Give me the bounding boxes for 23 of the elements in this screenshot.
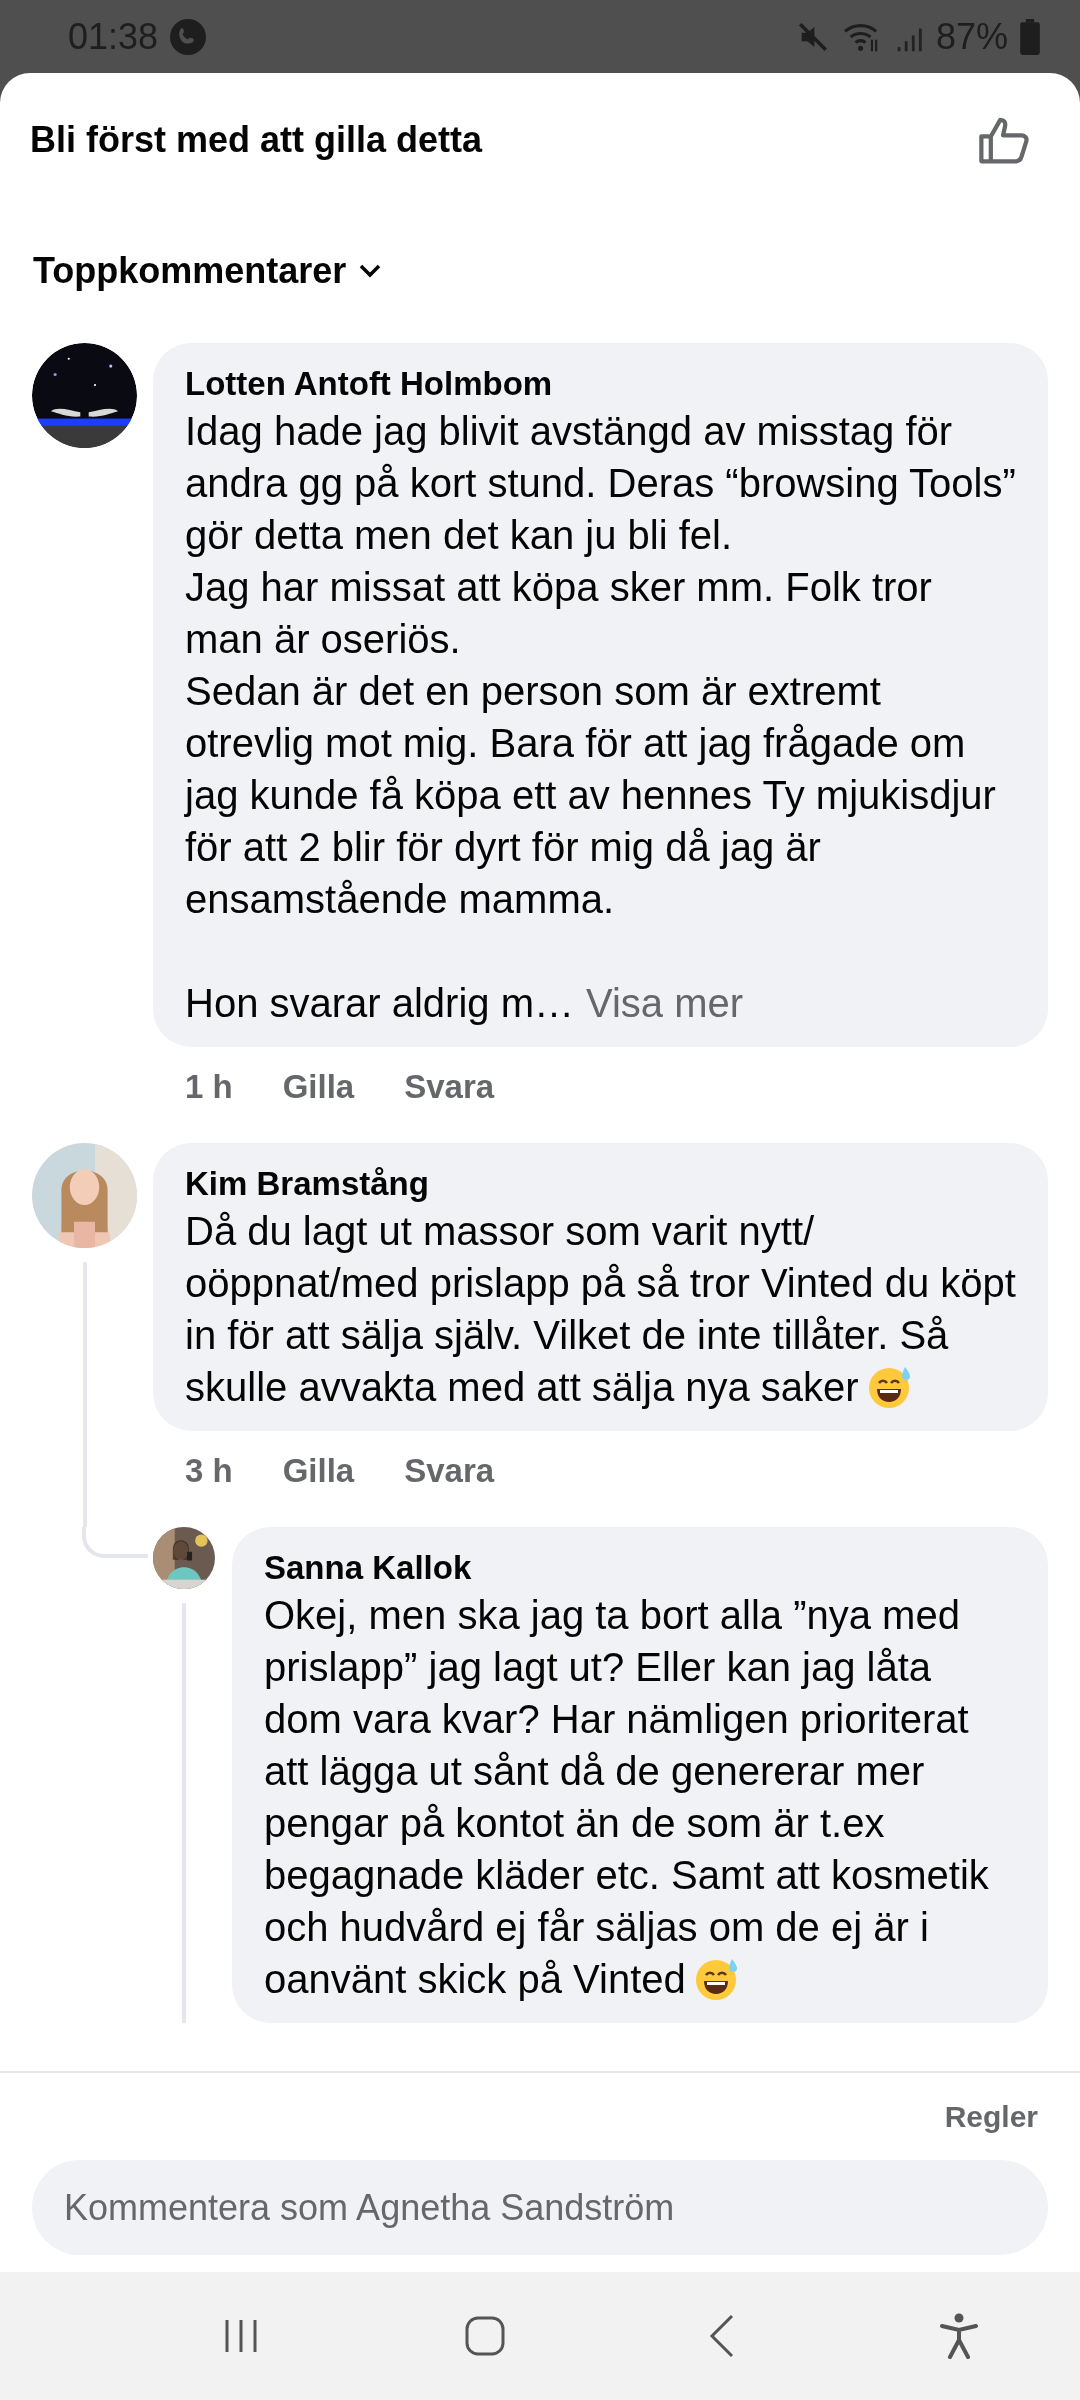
home-icon[interactable] bbox=[463, 2315, 506, 2357]
chevron-down-icon bbox=[358, 262, 383, 279]
sort-dropdown[interactable]: Toppkommentarer bbox=[33, 243, 383, 298]
phone-call-icon bbox=[170, 18, 207, 55]
comment-action-button[interactable]: Svara bbox=[404, 1067, 495, 1107]
comment-input-field[interactable]: Kommentera som Agnetha Sandström bbox=[32, 2160, 1048, 2255]
rules-link[interactable]: Regler bbox=[944, 2094, 1038, 2139]
comment-action-button[interactable]: Gilla bbox=[282, 1451, 355, 1491]
comment-time: 3 h bbox=[185, 1451, 233, 1491]
accessibility-icon[interactable] bbox=[938, 2313, 979, 2359]
battery-icon bbox=[1020, 18, 1040, 55]
likes-prompt: Bli först med att gilla detta bbox=[30, 117, 483, 162]
see-more-link[interactable]: Visa mer bbox=[586, 981, 744, 1025]
comment-action-button[interactable]: Svara bbox=[404, 1451, 495, 1491]
comment-text: Idag hade jag blivit avstängd av misstag för andra gg på kort stund. Deras “browsing Tools” gör detta men det kan ju bli fel. Jag har missat att köpa sker mm. Folk tror man är oseriös. Sedan är det en person som är extremt otrevlig mot mig. Bara för att jag frågade om jag kunde få köpa ett av hennes Ty mjukisdjur för att 2 blir för dyrt för mig då jag är ensamstående mamma. Hon svarar aldrig m… Visa mer bbox=[185, 408, 1016, 1027]
comment-text: Okej, men ska jag ta bort alla ”nya med prislapp” jag lagt ut? Eller kan jag låta dom vara kvar? Har nämligen prioriterat att lägga ut sånt då de genererar mer pengar på kontot än de som är t.ex begagnade kläder etc. Samt att kosmetik och hudvård ej får säljas om de ej är i oanvänt skick på Vinted bbox=[264, 1592, 990, 2003]
comment-text: Då du lagt ut massor som varit nytt/ oöppnat/med prislapp på så tror Vinted du köpt in för att sälja själv. Vilket de inte tillåter. Så skulle avvakta med att sälja nya saker bbox=[185, 1208, 1016, 1411]
comment-action-button[interactable]: Gilla bbox=[282, 1067, 355, 1107]
comment-time: 1 h bbox=[185, 1067, 233, 1107]
comment-author[interactable]: Sanna Kallok bbox=[264, 1547, 472, 1589]
comment-author[interactable]: Lotten Antoft Holmbom bbox=[185, 363, 553, 405]
reply-connector-line bbox=[82, 1527, 148, 1558]
comment-author[interactable]: Kim Bramstång bbox=[185, 1163, 429, 1205]
